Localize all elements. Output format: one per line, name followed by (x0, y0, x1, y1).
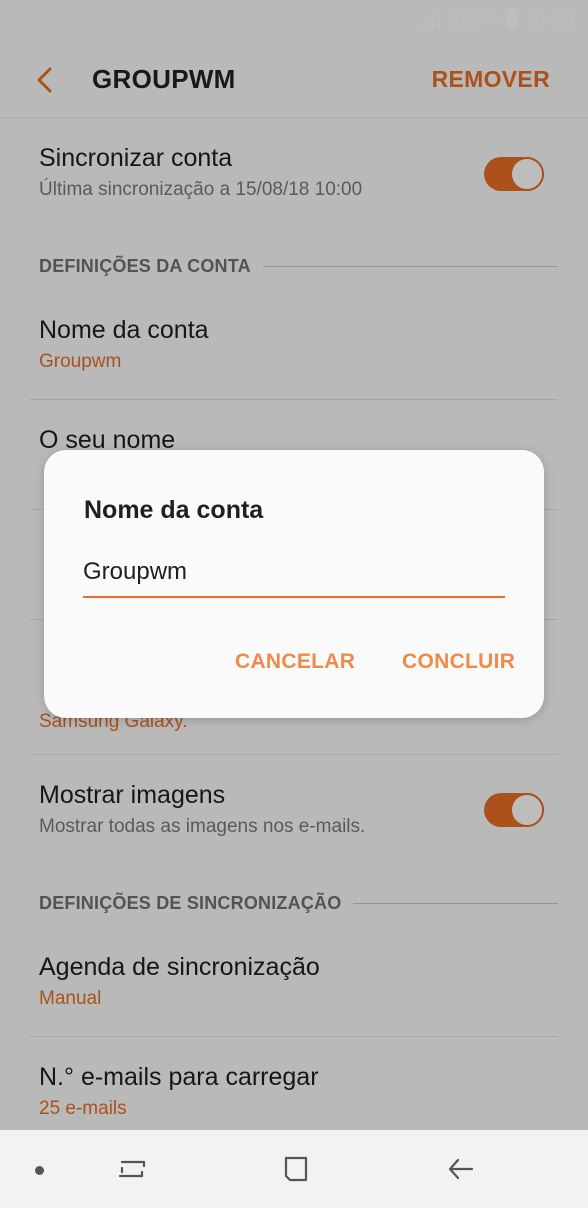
account-name-dialog: Nome da conta CANCELAR CONCLUIR (44, 450, 544, 718)
home-icon[interactable] (282, 1154, 310, 1184)
confirm-button[interactable]: CONCLUIR (402, 650, 515, 674)
recent-apps-icon[interactable] (116, 1154, 148, 1184)
account-name-input[interactable] (83, 554, 505, 598)
navigation-bar (0, 1130, 588, 1208)
cancel-button[interactable]: CANCELAR (235, 650, 355, 674)
dialog-title: Nome da conta (84, 496, 264, 524)
back-nav-icon[interactable] (446, 1154, 476, 1184)
nav-dot-indicator (35, 1166, 44, 1175)
